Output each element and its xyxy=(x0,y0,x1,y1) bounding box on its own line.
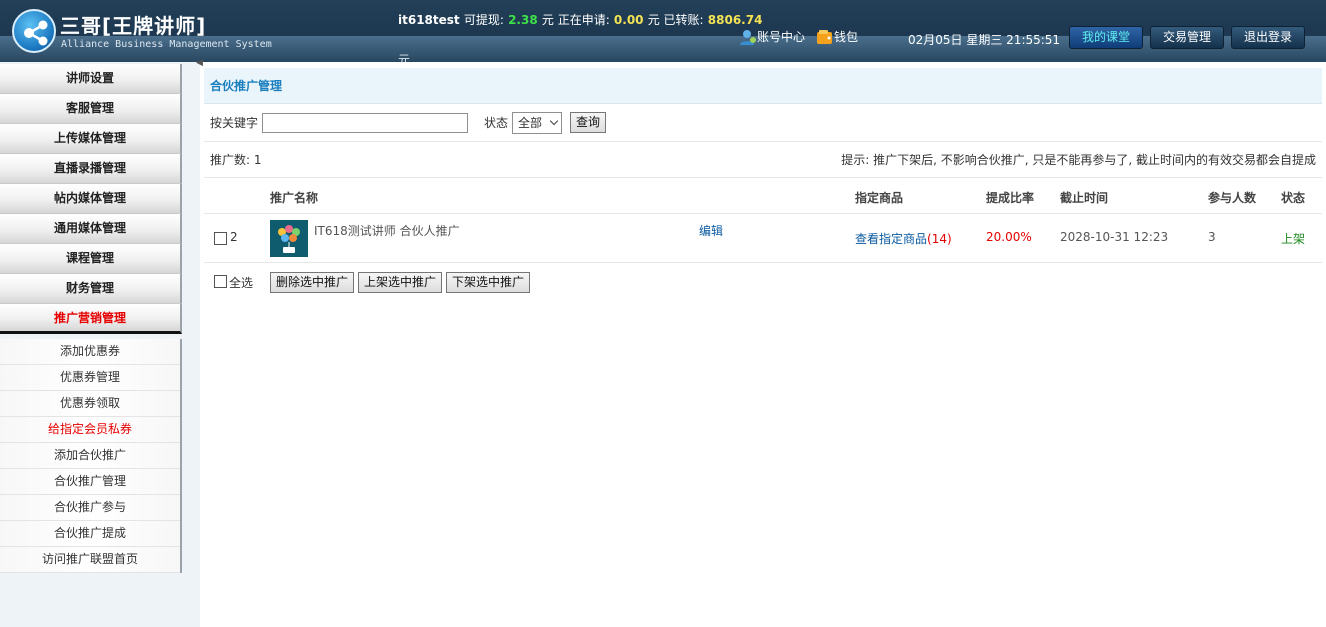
submenu-private-coupon[interactable]: 给指定会员私券 xyxy=(0,417,180,443)
account-center-link[interactable]: 账号中心 xyxy=(739,28,805,45)
sidebar-item-general-media[interactable]: 通用媒体管理 xyxy=(0,214,182,244)
view-goods-label: 查看指定商品 xyxy=(855,232,928,246)
unit-yuan: 元 xyxy=(398,53,411,62)
sidebar-submenu: 添加优惠券 优惠券管理 优惠券领取 给指定会员私券 添加合伙推广 合伙推广管理 … xyxy=(0,339,182,573)
publish-selected-button[interactable]: 上架选中推广 xyxy=(358,272,443,293)
username: it618test xyxy=(398,13,460,27)
wallet-icon xyxy=(817,29,832,44)
header-goods: 指定商品 xyxy=(855,191,904,205)
status-select-value: 全部 xyxy=(518,116,543,130)
user-icon xyxy=(740,29,756,45)
sidebar-item-promotion[interactable]: 推广营销管理 xyxy=(0,304,182,334)
header-joined: 参与人数 xyxy=(1208,191,1257,205)
promotion-name: IT618测试讲师 合伙人推广 xyxy=(314,224,460,238)
status-label: 状态 xyxy=(484,116,509,130)
submenu-partner-promotion-commission[interactable]: 合伙推广提成 xyxy=(0,521,180,547)
sidebar-item-live-recording[interactable]: 直播录播管理 xyxy=(0,154,182,184)
select-all-checkbox[interactable] xyxy=(214,275,227,288)
sidebar-item-post-media[interactable]: 帖内媒体管理 xyxy=(0,184,182,214)
header-rate: 提成比率 xyxy=(986,191,1035,205)
promotion-count: 推广数: 1 xyxy=(210,153,262,167)
submenu-partner-promotion-participation[interactable]: 合伙推广参与 xyxy=(0,495,180,521)
delete-selected-button[interactable]: 删除选中推广 xyxy=(270,272,355,293)
chevron-down-icon xyxy=(549,116,559,125)
sidebar-item-finance[interactable]: 财务管理 xyxy=(0,274,182,304)
balance-summary: it618test 可提现: 2.38 元 正在申请: 0.00 元 已转账: … xyxy=(398,11,762,28)
applying-label: 元 正在申请: xyxy=(541,13,610,27)
withdrawable-label: 可提现: xyxy=(463,13,504,27)
submenu-add-partner-promotion[interactable]: 添加合伙推广 xyxy=(0,443,180,469)
header-status: 状态 xyxy=(1281,191,1306,205)
sidebar: 讲师设置 客服管理 上传媒体管理 直播录播管理 帖内媒体管理 通用媒体管理 课程… xyxy=(0,62,200,627)
logo-icon xyxy=(12,9,56,53)
logout-button[interactable]: 退出登录 xyxy=(1231,26,1305,49)
status-badge: 上架 xyxy=(1281,232,1306,246)
trade-management-button[interactable]: 交易管理 xyxy=(1150,26,1224,49)
keyword-input[interactable] xyxy=(262,112,469,133)
transferred-amount: 8806.74 xyxy=(707,13,763,27)
submenu-partner-promotion-management[interactable]: 合伙推广管理 xyxy=(0,469,180,495)
search-bar: 按关键字 状态 全部 查询 xyxy=(204,104,1322,142)
deadline: 2028-10-31 12:23 xyxy=(1060,230,1169,244)
header-deadline: 截止时间 xyxy=(1060,191,1109,205)
view-goods-link[interactable]: 查看指定商品(14) xyxy=(855,230,952,247)
info-row: 推广数: 1 提示: 推广下架后, 不影响合伙推广, 只是不能再参与了, 截止时… xyxy=(204,142,1322,178)
submenu-coupon-management[interactable]: 优惠券管理 xyxy=(0,365,180,391)
wallet-link[interactable]: 钱包 xyxy=(816,28,858,45)
goods-count: (14) xyxy=(927,232,952,246)
account-center-label: 账号中心 xyxy=(757,30,806,44)
participant-count: 3 xyxy=(1208,230,1216,244)
submenu-visit-alliance-home[interactable]: 访问推广联盟首页 xyxy=(0,547,180,573)
submenu-add-coupon[interactable]: 添加优惠券 xyxy=(0,339,180,365)
page-title: 合伙推广管理 xyxy=(204,68,1322,104)
withdrawable-amount: 2.38 xyxy=(508,13,538,27)
sidebar-item-customer-service[interactable]: 客服管理 xyxy=(0,94,182,124)
site-subtitle: Alliance Business Management System xyxy=(61,39,272,50)
sidebar-menu: 讲师设置 客服管理 上传媒体管理 直播录播管理 帖内媒体管理 通用媒体管理 课程… xyxy=(0,64,182,334)
keyword-label: 按关键字 xyxy=(210,116,259,130)
edit-link[interactable]: 编辑 xyxy=(699,222,723,239)
commission-rate: 20.00% xyxy=(986,230,1032,244)
sidebar-item-teacher-settings[interactable]: 讲师设置 xyxy=(0,64,182,94)
table-header: 推广名称 指定商品 提成比率 截止时间 参与人数 状态 xyxy=(204,178,1322,214)
my-class-button[interactable]: 我的课堂 xyxy=(1069,26,1143,49)
site-title: 三哥[王牌讲师] xyxy=(60,14,207,38)
submenu-coupon-claim[interactable]: 优惠券领取 xyxy=(0,391,180,417)
main-panel: 合伙推广管理 按关键字 状态 全部 查询 推广数: 1 提示: 推广下架后, 不… xyxy=(204,68,1322,299)
wallet-label: 钱包 xyxy=(834,30,859,44)
datetime-display: 02月05日 星期三 21:55:51 xyxy=(908,33,1061,47)
sidebar-item-course[interactable]: 课程管理 xyxy=(0,244,182,274)
hint-text: 提示: 推广下架后, 不影响合伙推广, 只是不能再参与了, 截止时间内的有效交易… xyxy=(841,153,1316,167)
collapse-arrow-icon[interactable]: ◀ xyxy=(196,58,203,68)
applying-amount: 0.00 xyxy=(613,13,644,27)
promotion-thumbnail xyxy=(270,220,308,257)
sidebar-item-upload-media[interactable]: 上传媒体管理 xyxy=(0,124,182,154)
transferred-label: 元 已转账: xyxy=(647,13,704,27)
row-checkbox[interactable] xyxy=(214,232,227,245)
row-id: 2 xyxy=(230,230,238,244)
top-header: 三哥[王牌讲师] Alliance Business Management Sy… xyxy=(0,0,1326,62)
select-all-label[interactable]: 全选 xyxy=(229,274,253,291)
table-row: 2 IT618测试讲师 合伙人推广 编辑 查看指定商品(14) 20.00% 2… xyxy=(204,214,1322,263)
bulk-actions: 全选 删除选中推广 上架选中推广 下架选中推广 xyxy=(204,263,1322,299)
query-button[interactable]: 查询 xyxy=(570,112,607,133)
unpublish-selected-button[interactable]: 下架选中推广 xyxy=(446,272,531,293)
status-select[interactable]: 全部 xyxy=(512,111,563,134)
header-name: 推广名称 xyxy=(270,191,319,205)
